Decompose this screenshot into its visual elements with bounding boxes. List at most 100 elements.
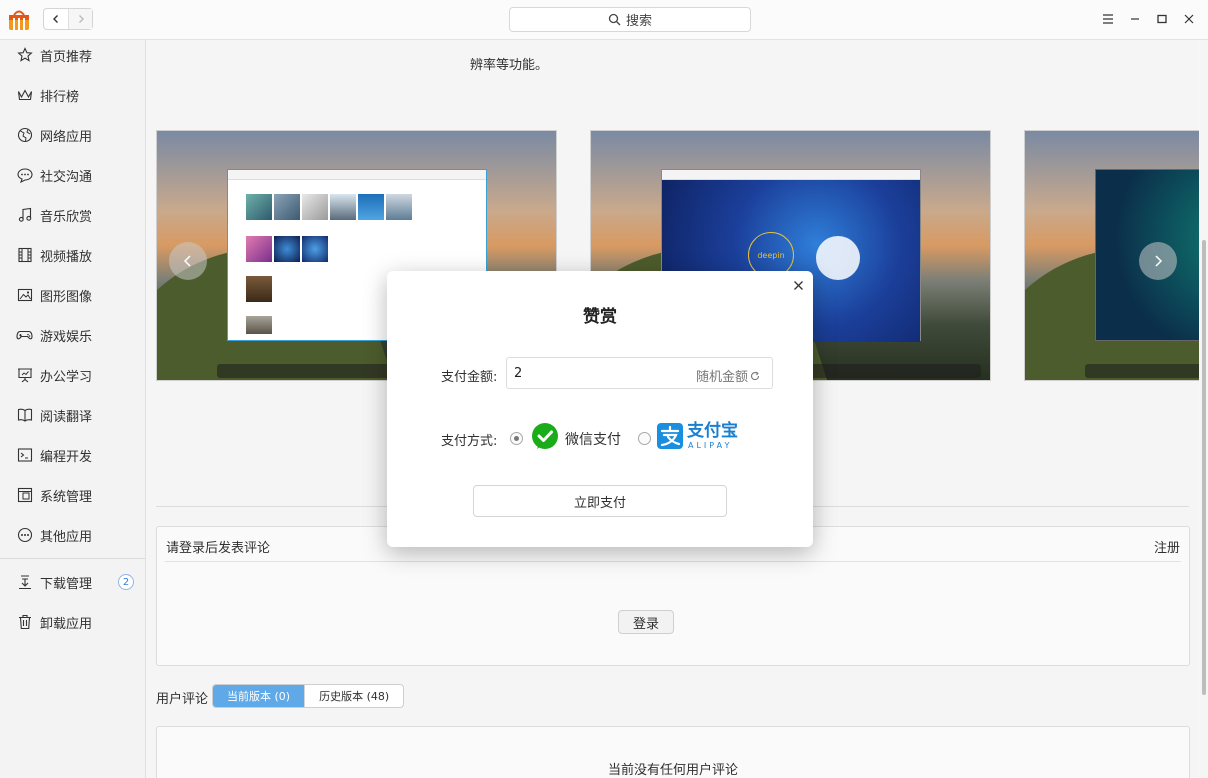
user-reviews-label: 用户评论 [156, 692, 209, 707]
sidebar-item-label: 图形图像 [40, 289, 93, 305]
payment-method-label: 支付方式: [441, 434, 498, 449]
sidebar-item-graphics[interactable]: 图形图像 [0, 275, 145, 315]
minimize-button[interactable] [1126, 10, 1144, 28]
photo-thumb [302, 236, 328, 262]
film-icon [16, 247, 33, 264]
chevron-left-icon [183, 255, 191, 267]
maximize-button[interactable] [1153, 10, 1171, 28]
search-placeholder: 搜索 [625, 14, 652, 29]
photo-thumb [330, 194, 356, 220]
pay-now-button[interactable]: 立即支付 [473, 485, 727, 517]
app-description: 辨率等功能。 [470, 58, 549, 73]
minimize-icon [1131, 18, 1139, 20]
sidebar-item-label: 其他应用 [40, 529, 93, 545]
alipay-label: 支付宝 [687, 421, 738, 441]
refresh-icon [750, 371, 760, 380]
screenshot-window-titlebar [228, 170, 486, 180]
amount-input[interactable]: 2 随机金额 [506, 357, 773, 389]
random-amount-button[interactable]: 随机金额 [696, 366, 760, 385]
sidebar-item-office[interactable]: 办公学习 [0, 355, 145, 395]
more-icon [16, 527, 33, 544]
sidebar-item-video[interactable]: 视频播放 [0, 235, 145, 275]
sidebar-item-games[interactable]: 游戏娱乐 [0, 315, 145, 355]
crown-icon [16, 87, 33, 104]
wechat-icon [532, 423, 558, 449]
sidebar-item-label: 音乐欣赏 [40, 209, 93, 225]
dialog-close-button[interactable] [789, 276, 807, 294]
hamburger-menu-icon [1103, 14, 1113, 24]
alipay-radio[interactable] [638, 432, 651, 445]
search-icon [608, 13, 621, 26]
sidebar-item-ranking[interactable]: 排行榜 [0, 75, 145, 115]
photo-thumb [246, 236, 272, 262]
sidebar-item-label: 系统管理 [40, 489, 93, 505]
download-icon [16, 574, 33, 591]
chevron-right-icon [1155, 255, 1163, 267]
tab-current-version[interactable]: 当前版本 (0) [213, 685, 305, 707]
chat-icon [16, 167, 33, 184]
deepin-logo-icon [816, 236, 860, 280]
forward-button[interactable] [68, 9, 92, 29]
amount-label: 支付金额: [441, 370, 498, 385]
photo-thumb [274, 194, 300, 220]
sidebar-item-home[interactable]: 首页推荐 [0, 35, 145, 75]
amount-value: 2 [514, 366, 523, 381]
download-count-badge: 2 [118, 574, 134, 590]
screenshot-window-titlebar [662, 170, 920, 180]
maximize-icon [1157, 14, 1167, 24]
sidebar-item-label: 下载管理 [40, 576, 93, 592]
donate-dialog: 赞赏 支付金额: 2 随机金额 支付方式: 微信支付 支付宝 ALIPAY 立即… [387, 271, 813, 547]
carousel-next-button[interactable] [1139, 242, 1177, 280]
photo-thumb [386, 194, 412, 220]
alipay-sub-label: ALIPAY [688, 441, 733, 450]
review-version-tabs: 当前版本 (0) 历史版本 (48) [212, 684, 405, 708]
image-icon [16, 287, 33, 304]
main-scrollbar[interactable] [1200, 40, 1208, 778]
alipay-icon [657, 423, 683, 449]
photo-thumb [246, 194, 272, 220]
menu-button[interactable] [1099, 10, 1117, 28]
photo-thumb [246, 276, 272, 302]
sidebar-item-network[interactable]: 网络应用 [0, 115, 145, 155]
sidebar: 首页推荐 排行榜 网络应用 社交沟通 音乐欣赏 视频播放 图形图像 游戏娱乐 办… [0, 40, 146, 778]
sidebar-item-label: 网络应用 [40, 129, 93, 145]
comment-login-prompt: 请登录后发表评论 [166, 541, 271, 556]
globe-icon [16, 127, 33, 144]
search-input[interactable]: 搜索 [509, 7, 751, 32]
sidebar-item-label: 办公学习 [40, 369, 93, 385]
terminal-icon [16, 447, 33, 464]
sidebar-item-social[interactable]: 社交沟通 [0, 155, 145, 195]
scrollbar-thumb[interactable] [1202, 240, 1206, 695]
random-amount-label: 随机金额 [695, 370, 748, 385]
reviews-panel: 当前没有任何用户评论 [156, 726, 1190, 778]
carousel-prev-button[interactable] [169, 242, 207, 280]
sidebar-item-system[interactable]: 系统管理 [0, 475, 145, 515]
close-icon [793, 280, 803, 290]
login-button[interactable]: 登录 [618, 610, 674, 634]
sidebar-item-uninstall[interactable]: 卸载应用 [0, 602, 145, 642]
register-link[interactable]: 注册 [1154, 537, 1180, 556]
title-bar: 搜索 [0, 0, 1208, 40]
tab-history-versions[interactable]: 历史版本 (48) [304, 685, 403, 707]
sidebar-item-label: 卸载应用 [40, 616, 93, 632]
sidebar-item-label: 首页推荐 [40, 49, 93, 65]
app-store-logo-icon [9, 10, 29, 30]
sidebar-item-music[interactable]: 音乐欣赏 [0, 195, 145, 235]
sidebar-item-reading[interactable]: 阅读翻译 [0, 395, 145, 435]
chevron-right-icon [78, 15, 84, 23]
back-button[interactable] [44, 9, 68, 29]
wechat-pay-label: 微信支付 [565, 432, 621, 448]
sidebar-item-downloads[interactable]: 下载管理 2 [0, 562, 145, 602]
photo-thumb [302, 194, 328, 220]
close-window-button[interactable] [1180, 10, 1198, 28]
sidebar-item-label: 排行榜 [40, 89, 80, 105]
screenshot-dock [1085, 364, 1199, 378]
presentation-icon [16, 367, 33, 384]
wechat-pay-radio[interactable] [510, 432, 523, 445]
chevron-left-icon [53, 15, 58, 23]
gamepad-icon [16, 327, 33, 344]
sidebar-item-label: 阅读翻译 [40, 409, 93, 425]
sidebar-item-label: 社交沟通 [40, 169, 93, 185]
sidebar-item-development[interactable]: 编程开发 [0, 435, 145, 475]
sidebar-item-other[interactable]: 其他应用 [0, 515, 145, 555]
